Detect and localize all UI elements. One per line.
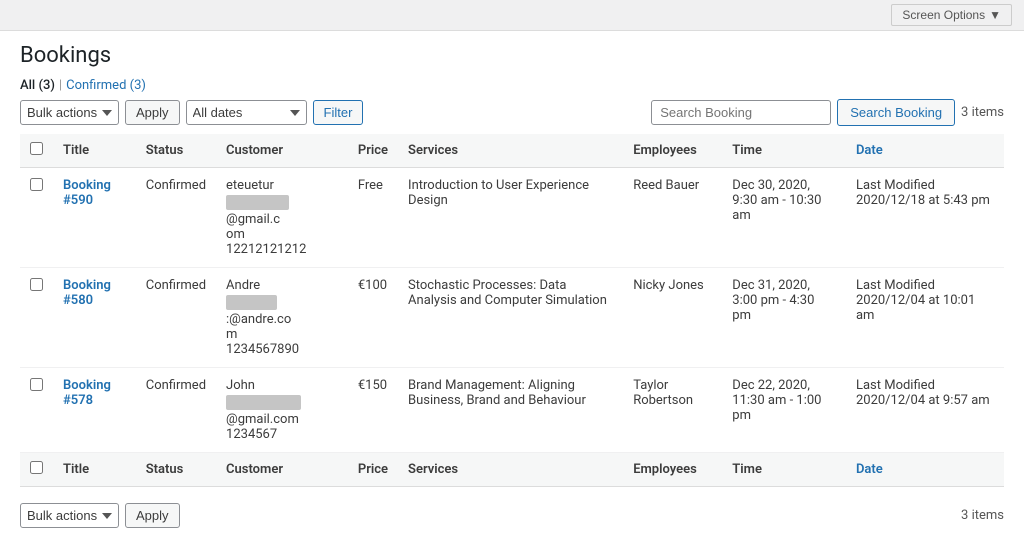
main-content: Bookings All (3) | Confirmed (3) Bulk ac… [0, 31, 1024, 552]
footer-header-services: Services [398, 453, 623, 487]
customer-email-590 [226, 195, 289, 210]
filter-separator: | [59, 78, 62, 93]
row-title-590: Booking #590 [53, 168, 136, 268]
all-dates-select[interactable]: All dates December 2020 [186, 100, 307, 125]
items-count-top: 3 items [961, 105, 1004, 120]
row-status-590: Confirmed [136, 168, 216, 268]
screen-options-label: Screen Options [902, 8, 985, 22]
footer-select-all-checkbox[interactable] [30, 461, 43, 474]
row-date-590: Last Modified 2020/12/18 at 5:43 pm [846, 168, 1004, 268]
header-employees: Employees [623, 134, 722, 168]
row-customer-578: John @gmail.com 1234567 [216, 368, 348, 453]
row-time-580: Dec 31, 2020, 3:00 pm - 4:30 pm [722, 268, 846, 368]
customer-email-domain-590: @gmail.c [226, 212, 280, 227]
top-controls: Bulk actions Delete Apply All dates Dece… [20, 99, 1004, 126]
header-checkbox-col [20, 134, 53, 168]
row-services-590: Introduction to User Experience Design [398, 168, 623, 268]
select-all-checkbox[interactable] [30, 142, 43, 155]
table-row: Booking #578 Confirmed John @gmail.com 1… [20, 368, 1004, 453]
booking-link-578[interactable]: Booking #578 [63, 378, 111, 408]
row-title-580: Booking #580 [53, 268, 136, 368]
filter-button[interactable]: Filter [313, 100, 364, 125]
footer-header-date[interactable]: Date [846, 453, 1004, 487]
header-date[interactable]: Date [846, 134, 1004, 168]
customer-email-domain-578: @gmail.com [226, 412, 299, 427]
apply-button-top[interactable]: Apply [125, 100, 180, 125]
row-employees-580: Nicky Jones [623, 268, 722, 368]
row-status-580: Confirmed [136, 268, 216, 368]
booking-link-590[interactable]: Booking #590 [63, 178, 111, 208]
row-select-578[interactable] [30, 378, 43, 391]
row-checkbox-578 [20, 368, 53, 453]
row-select-580[interactable] [30, 278, 43, 291]
header-services: Services [398, 134, 623, 168]
table-header-row: Title Status Customer Price Services Emp… [20, 134, 1004, 168]
filter-links: All (3) | Confirmed (3) [20, 78, 1004, 93]
header-title: Title [53, 134, 136, 168]
footer-header-employees: Employees [623, 453, 722, 487]
header-time: Time [722, 134, 846, 168]
table-footer-header-row: Title Status Customer Price Services Emp… [20, 453, 1004, 487]
bookings-table: Title Status Customer Price Services Emp… [20, 134, 1004, 487]
filter-link-confirmed[interactable]: Confirmed (3) [66, 78, 146, 93]
customer-email-domain-580: :@andre.co [226, 312, 291, 327]
footer-header-title: Title [53, 453, 136, 487]
row-employees-590: Reed Bauer [623, 168, 722, 268]
top-controls-left: Bulk actions Delete Apply All dates Dece… [20, 100, 363, 125]
footer-header-time: Time [722, 453, 846, 487]
customer-phone-580: 1234567890 [226, 342, 299, 357]
row-price-578: €150 [348, 368, 398, 453]
footer-header-status: Status [136, 453, 216, 487]
booking-link-580[interactable]: Booking #580 [63, 278, 111, 308]
row-title-578: Booking #578 [53, 368, 136, 453]
screen-options-bar: Screen Options ▼ [0, 0, 1024, 31]
row-time-578: Dec 22, 2020, 11:30 am - 1:00 pm [722, 368, 846, 453]
row-checkbox-580 [20, 268, 53, 368]
footer-header-price: Price [348, 453, 398, 487]
top-controls-right: Search Booking 3 items [651, 99, 1004, 126]
search-input[interactable] [651, 100, 831, 125]
customer-name-590: eteuetur [226, 178, 338, 193]
bulk-actions-select-top[interactable]: Bulk actions Delete [20, 100, 119, 125]
page-wrapper: Screen Options ▼ Bookings All (3) | Conf… [0, 0, 1024, 552]
header-customer: Customer [216, 134, 348, 168]
customer-email-580 [226, 295, 277, 310]
row-date-578: Last Modified 2020/12/04 at 9:57 am [846, 368, 1004, 453]
footer-header-customer: Customer [216, 453, 348, 487]
row-price-590: Free [348, 168, 398, 268]
row-date-580: Last Modified 2020/12/04 at 10:01 am [846, 268, 1004, 368]
customer-name-578: John [226, 378, 338, 393]
header-price: Price [348, 134, 398, 168]
customer-phone-578: 1234567 [226, 427, 277, 442]
screen-options-button[interactable]: Screen Options ▼ [891, 4, 1012, 26]
footer-checkbox-col [20, 453, 53, 487]
table-row: Booking #580 Confirmed Andre :@andre.co … [20, 268, 1004, 368]
row-services-580: Stochastic Processes: Data Analysis and … [398, 268, 623, 368]
header-status: Status [136, 134, 216, 168]
row-checkbox-590 [20, 168, 53, 268]
page-title: Bookings [20, 43, 1004, 68]
row-customer-590: eteuetur @gmail.c om 12212121212 [216, 168, 348, 268]
customer-name-580: Andre [226, 278, 338, 293]
search-booking-button[interactable]: Search Booking [837, 99, 955, 126]
customer-email-578 [226, 395, 301, 410]
row-price-580: €100 [348, 268, 398, 368]
row-select-590[interactable] [30, 178, 43, 191]
screen-options-chevron-icon: ▼ [989, 8, 1001, 22]
row-time-590: Dec 30, 2020, 9:30 am - 10:30 am [722, 168, 846, 268]
row-employees-578: Taylor Robertson [623, 368, 722, 453]
customer-phone-590: 12212121212 [226, 242, 306, 257]
customer-email-m-580: m [226, 327, 237, 342]
customer-email-om-590: om [226, 227, 245, 242]
table-row: Booking #590 Confirmed eteuetur @gmail.c… [20, 168, 1004, 268]
row-customer-580: Andre :@andre.co m 1234567890 [216, 268, 348, 368]
filter-link-all[interactable]: All (3) [20, 78, 55, 93]
bottom-controls: Bulk actions Delete Apply 3 items [20, 495, 1004, 532]
row-services-578: Brand Management: Aligning Business, Bra… [398, 368, 623, 453]
row-status-578: Confirmed [136, 368, 216, 453]
